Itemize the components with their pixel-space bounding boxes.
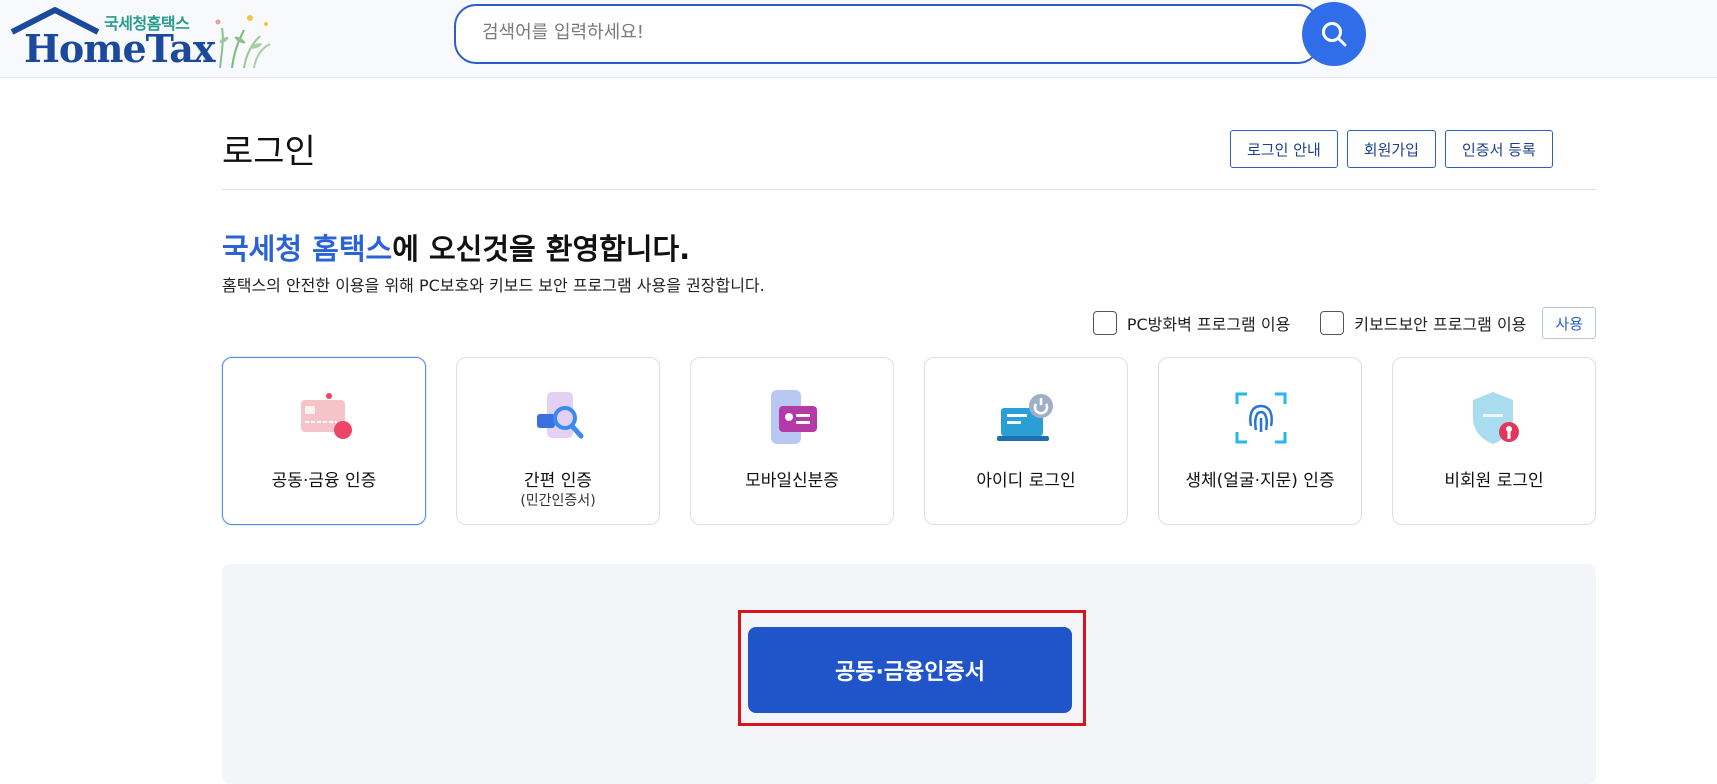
hometax-logo[interactable]: 국세청홈택스 HomeTax	[10, 4, 280, 71]
welcome-highlight: 국세청 홈택스	[222, 232, 393, 266]
welcome-description: 홈택스의 안전한 이용을 위해 PC보호와 키보드 보안 프로그램 사용을 권장…	[222, 276, 765, 295]
login-method-joint-certificate[interactable]: 공동·금융 인증	[222, 357, 426, 525]
top-button-group: 로그인 안내 회원가입 인증서 등록	[1230, 130, 1553, 168]
certificate-card-icon	[301, 393, 352, 439]
page-title: 로그인	[222, 132, 316, 172]
firewall-label: PC방화벽 프로그램 이용	[1126, 315, 1291, 334]
login-method-guest[interactable]: 비회원 로그인	[1392, 357, 1596, 525]
simple-auth-icon	[537, 392, 584, 439]
method-label: 모바일신분증	[745, 471, 839, 491]
logo-title: HomeTax	[24, 26, 216, 71]
plant-decoration-icon	[215, 15, 271, 69]
search-input[interactable]	[482, 22, 1222, 43]
header: 국세청홈택스 HomeTax	[0, 0, 1717, 78]
login-method-list: 공동·금융 인증 간편 인증 (민간인증서) 모바일신분증 아이디 로그인 생체…	[222, 357, 1596, 525]
keyboard-security-label: 키보드보안 프로그램 이용	[1354, 315, 1527, 334]
register-certificate-button[interactable]: 인증서 등록	[1444, 130, 1553, 168]
search-box	[454, 4, 1320, 64]
guest-shield-icon	[1473, 392, 1519, 444]
joint-certificate-login-button[interactable]: 공동·금융인증서	[748, 627, 1072, 713]
keyboard-security-checkbox-row[interactable]: 키보드보안 프로그램 이용	[1320, 311, 1526, 335]
divider	[222, 189, 1596, 190]
method-label: 간편 인증	[524, 471, 592, 491]
id-login-icon	[997, 394, 1053, 441]
firewall-checkbox-row[interactable]: PC방화벽 프로그램 이용	[1092, 311, 1291, 335]
keyboard-security-checkbox[interactable]	[1320, 311, 1345, 335]
security-options: PC방화벽 프로그램 이용 키보드보안 프로그램 이용 사용	[1092, 307, 1596, 339]
firewall-checkbox[interactable]	[1092, 311, 1117, 335]
mobile-id-icon	[771, 390, 817, 444]
login-method-biometric[interactable]: 생체(얼굴·지문) 인증	[1158, 357, 1362, 525]
login-method-mobile-id[interactable]: 모바일신분증	[690, 357, 894, 525]
login-guide-button[interactable]: 로그인 안내	[1230, 130, 1338, 168]
method-label: 비회원 로그인	[1444, 471, 1544, 491]
welcome-text: 에 오신것을 환영합니다.	[392, 232, 691, 266]
method-label: 공동·금융 인증	[271, 471, 377, 491]
method-label: 생체(얼굴·지문) 인증	[1185, 471, 1335, 491]
welcome-heading: 국세청 홈택스에 오신것을 환영합니다.	[222, 226, 690, 268]
signup-button[interactable]: 회원가입	[1346, 130, 1436, 168]
fingerprint-icon	[1235, 392, 1287, 444]
search-button[interactable]	[1302, 2, 1366, 66]
login-method-simple-auth[interactable]: 간편 인증 (민간인증서)	[456, 357, 660, 525]
method-sublabel: (민간인증서)	[520, 493, 596, 509]
login-method-id-login[interactable]: 아이디 로그인	[924, 357, 1128, 525]
search-icon	[1322, 22, 1347, 47]
method-label: 아이디 로그인	[976, 471, 1076, 491]
use-button[interactable]: 사용	[1542, 307, 1596, 339]
